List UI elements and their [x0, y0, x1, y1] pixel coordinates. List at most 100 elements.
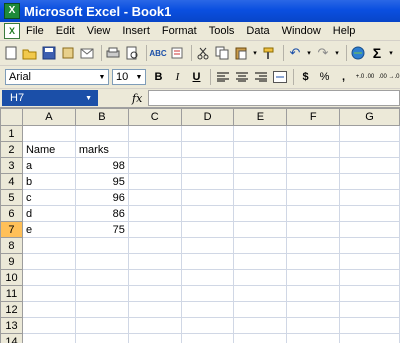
cell-a[interactable] — [21, 253, 76, 270]
insert-function-button[interactable]: fx — [132, 92, 142, 105]
cell[interactable] — [339, 125, 400, 142]
italic-button[interactable]: I — [169, 69, 186, 85]
menu-help[interactable]: Help — [333, 25, 356, 37]
cell[interactable] — [233, 157, 288, 174]
row-header[interactable]: 3 — [0, 157, 23, 174]
redo-icon[interactable]: ↷ — [315, 45, 331, 61]
menu-tools[interactable]: Tools — [209, 25, 235, 37]
email-icon[interactable] — [79, 45, 95, 61]
spelling-icon[interactable]: ABC — [149, 45, 166, 61]
comma-style-button[interactable]: , — [335, 69, 352, 85]
cell[interactable] — [127, 237, 182, 254]
cell-b[interactable]: marks — [74, 141, 129, 158]
cell-b[interactable] — [74, 301, 129, 318]
row-header[interactable]: 8 — [0, 237, 23, 254]
cell-b[interactable]: 95 — [74, 173, 129, 190]
hyperlink-icon[interactable] — [350, 45, 366, 61]
cell[interactable] — [233, 333, 288, 343]
row-header[interactable]: 1 — [0, 125, 23, 142]
paste-icon[interactable] — [233, 45, 249, 61]
column-header-e[interactable]: E — [233, 108, 288, 126]
cell[interactable] — [286, 125, 341, 142]
cell[interactable] — [286, 205, 341, 222]
cell-b[interactable]: 75 — [74, 221, 129, 238]
menu-file[interactable]: File — [26, 25, 44, 37]
cell[interactable] — [286, 269, 341, 286]
cell[interactable] — [127, 269, 182, 286]
cut-icon[interactable] — [195, 45, 211, 61]
cell[interactable] — [233, 173, 288, 190]
cell[interactable] — [286, 301, 341, 318]
menu-view[interactable]: View — [87, 25, 111, 37]
cell[interactable] — [286, 333, 341, 343]
cell[interactable] — [127, 317, 182, 334]
cell[interactable] — [233, 237, 288, 254]
cell-b[interactable] — [74, 317, 129, 334]
cell[interactable] — [286, 173, 341, 190]
cell[interactable] — [180, 301, 235, 318]
cell[interactable] — [339, 301, 400, 318]
permission-icon[interactable] — [60, 45, 76, 61]
cell[interactable] — [233, 301, 288, 318]
cell[interactable] — [180, 157, 235, 174]
cell-a[interactable]: a — [21, 157, 76, 174]
cell[interactable] — [180, 173, 235, 190]
cell[interactable] — [339, 189, 400, 206]
cell-a[interactable] — [21, 333, 76, 343]
cell-a[interactable] — [21, 269, 76, 286]
align-center-icon[interactable] — [233, 69, 250, 85]
cell-b[interactable]: 96 — [74, 189, 129, 206]
bold-button[interactable]: B — [150, 69, 167, 85]
cell[interactable] — [233, 221, 288, 238]
cell[interactable] — [180, 317, 235, 334]
workbook-icon[interactable]: X — [4, 23, 20, 39]
cell[interactable] — [180, 205, 235, 222]
cell[interactable] — [180, 237, 235, 254]
cell[interactable] — [233, 285, 288, 302]
cell-b[interactable]: 86 — [74, 205, 129, 222]
cell[interactable] — [339, 317, 400, 334]
cell[interactable] — [233, 317, 288, 334]
cell[interactable] — [286, 253, 341, 270]
column-header-g[interactable]: G — [339, 108, 400, 126]
row-header[interactable]: 10 — [0, 269, 23, 286]
row-header[interactable]: 13 — [0, 317, 23, 334]
cell-b[interactable] — [74, 253, 129, 270]
cell-a[interactable]: d — [21, 205, 76, 222]
cell[interactable] — [127, 253, 182, 270]
cell-b[interactable] — [74, 269, 129, 286]
open-folder-icon[interactable] — [22, 45, 38, 61]
cell[interactable] — [127, 333, 182, 343]
cell-a[interactable]: b — [21, 173, 76, 190]
select-all-corner[interactable] — [0, 108, 23, 126]
cell[interactable] — [180, 269, 235, 286]
cell[interactable] — [286, 317, 341, 334]
cell-a[interactable]: Name — [21, 141, 76, 158]
increase-decimal-button[interactable]: +.0 .00 — [354, 69, 376, 85]
merge-center-icon[interactable] — [271, 69, 288, 85]
cell[interactable] — [180, 253, 235, 270]
excel-app-icon[interactable]: X — [4, 3, 20, 19]
undo-dropdown-icon[interactable]: ▾ — [306, 45, 312, 61]
cell[interactable] — [339, 237, 400, 254]
cell[interactable] — [127, 205, 182, 222]
autosum-icon[interactable]: Σ — [369, 45, 385, 61]
redo-dropdown-icon[interactable]: ▾ — [334, 45, 340, 61]
cell[interactable] — [180, 221, 235, 238]
menu-insert[interactable]: Insert — [122, 25, 150, 37]
row-header[interactable]: 6 — [0, 205, 23, 222]
column-header-f[interactable]: F — [286, 108, 341, 126]
cell[interactable] — [339, 157, 400, 174]
cell[interactable] — [180, 189, 235, 206]
cell[interactable] — [339, 221, 400, 238]
column-header-b[interactable]: B — [74, 108, 129, 126]
autosum-dropdown-icon[interactable]: ▾ — [388, 45, 394, 61]
cell[interactable] — [127, 285, 182, 302]
currency-button[interactable]: $ — [297, 69, 314, 85]
cell[interactable] — [180, 141, 235, 158]
copy-icon[interactable] — [214, 45, 230, 61]
new-document-icon[interactable] — [3, 45, 19, 61]
row-header[interactable]: 9 — [0, 253, 23, 270]
cell-a[interactable] — [21, 237, 76, 254]
cell-a[interactable] — [21, 317, 76, 334]
